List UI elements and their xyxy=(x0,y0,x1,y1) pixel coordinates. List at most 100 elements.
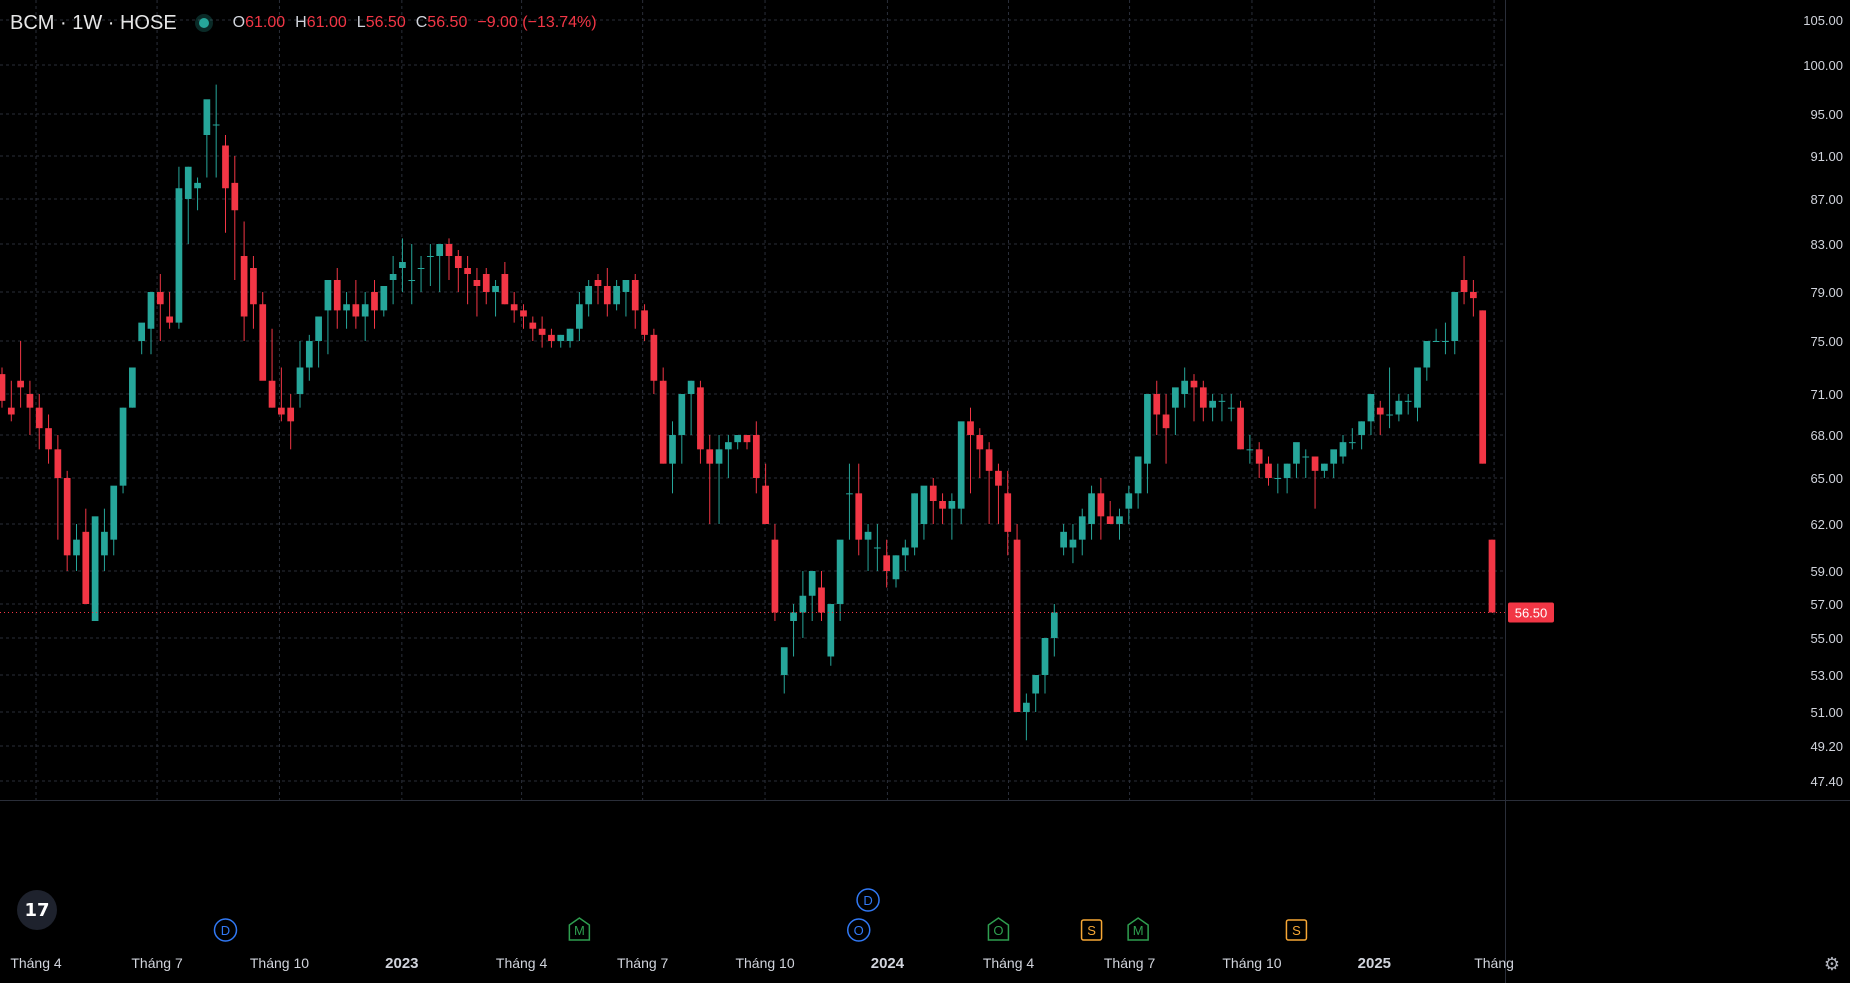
candle-body xyxy=(110,485,118,540)
y-tick-label: 100.00 xyxy=(1803,58,1843,73)
candle-body xyxy=(1004,493,1012,532)
candle-body xyxy=(482,274,490,292)
event-marker-label: O xyxy=(854,923,864,938)
y-tick-label: 55.00 xyxy=(1810,631,1843,646)
change-value: −9.00 (−13.74%) xyxy=(477,14,597,31)
candle-body xyxy=(417,268,425,269)
tradingview-logo-icon[interactable]: 17 xyxy=(17,890,57,930)
candle-body xyxy=(454,256,462,268)
candle-body xyxy=(836,539,844,604)
candle-body xyxy=(1088,493,1095,524)
candle-body xyxy=(54,449,62,478)
candle-body xyxy=(45,428,52,450)
candle-body xyxy=(1330,449,1338,464)
candle-body xyxy=(1041,638,1049,675)
candle-body xyxy=(1451,292,1459,341)
candle-body xyxy=(752,435,760,478)
candle-body xyxy=(1190,380,1198,388)
market-status-dot xyxy=(198,18,209,28)
candle-body xyxy=(63,478,71,556)
candle-body xyxy=(1106,516,1114,524)
candle-body xyxy=(231,182,239,211)
symbol-title[interactable]: BCM · 1W · HOSE xyxy=(10,12,177,35)
candle-body xyxy=(278,407,285,415)
y-tick-label: 75.00 xyxy=(1810,334,1843,349)
candle-body xyxy=(445,244,453,256)
candle-body xyxy=(73,539,80,556)
candle-body xyxy=(343,304,350,311)
candle-body xyxy=(399,262,406,268)
candle-body xyxy=(725,442,732,450)
x-tick-label: Tháng 10 xyxy=(250,955,309,971)
candle-body xyxy=(156,292,164,305)
candle-body xyxy=(585,286,593,305)
event-marker-label: S xyxy=(1292,923,1301,938)
candle-body xyxy=(1367,394,1375,422)
candle-body xyxy=(613,286,620,305)
event-marker-label: M xyxy=(1133,923,1144,938)
candle-body xyxy=(743,435,751,443)
gear-icon[interactable]: ⚙ xyxy=(1824,954,1840,975)
close-value: 56.50 xyxy=(427,14,468,31)
candle-body xyxy=(780,647,788,675)
candle-body xyxy=(1032,675,1040,694)
candle-body xyxy=(389,274,397,280)
x-tick-label: Tháng 7 xyxy=(131,955,183,971)
y-tick-label: 83.00 xyxy=(1810,237,1843,252)
candle-body xyxy=(520,310,527,317)
candle-body xyxy=(324,280,332,311)
candle-body xyxy=(939,501,946,509)
candle-body xyxy=(166,316,173,323)
candle-body xyxy=(361,304,369,317)
candle-body xyxy=(929,485,937,501)
candle-body xyxy=(1460,280,1468,292)
x-tick-label: Tháng 4 xyxy=(983,955,1035,971)
open-key: O xyxy=(232,14,246,31)
candle-body xyxy=(1209,400,1216,408)
candle-body xyxy=(1488,539,1496,613)
candle-body xyxy=(212,124,220,126)
event-marker-label: D xyxy=(221,923,230,938)
candle-body xyxy=(650,334,658,381)
candle-body xyxy=(1414,367,1421,408)
candlestick-chart[interactable]: 105.00 100.00 95.00 91.00 87.00 83.00 79.00 75.… xyxy=(0,0,1850,983)
candle-body xyxy=(194,182,201,189)
candle-body xyxy=(669,435,676,464)
candle-body xyxy=(436,244,444,256)
candle-body xyxy=(1339,442,1347,457)
low-value: 56.50 xyxy=(365,14,406,31)
candle-body xyxy=(427,256,434,257)
candle-body xyxy=(1376,407,1384,415)
candle-body xyxy=(305,341,313,368)
candle-body xyxy=(352,304,360,317)
candle-body xyxy=(548,334,555,341)
candle-body xyxy=(147,292,155,329)
candle-body xyxy=(734,435,742,443)
candle-body xyxy=(501,274,509,305)
candle-body xyxy=(492,286,499,292)
candle-body xyxy=(706,449,714,464)
candle-body xyxy=(771,539,779,613)
candle-body xyxy=(0,374,6,401)
candle-body xyxy=(529,322,537,329)
candle-body xyxy=(576,304,583,329)
candle-body xyxy=(1060,531,1067,548)
candle-body xyxy=(603,286,611,305)
y-tick-label: 65.00 xyxy=(1810,471,1843,486)
candle-body xyxy=(119,407,127,486)
last-price-label: 56.50 xyxy=(1515,606,1548,621)
candle-body xyxy=(1404,400,1412,402)
candle-body xyxy=(129,367,136,408)
candle-body xyxy=(26,394,34,408)
x-tick-label: Tháng 10 xyxy=(1222,955,1281,971)
y-tick-label: 62.00 xyxy=(1810,517,1843,532)
candle-body xyxy=(1479,310,1487,464)
candle-body xyxy=(901,547,909,556)
candle-body xyxy=(1199,387,1207,408)
candle-body xyxy=(138,322,146,341)
candle-body xyxy=(333,280,341,311)
candle-body xyxy=(1125,493,1133,509)
candle-body xyxy=(380,286,388,311)
candle-body xyxy=(1144,394,1151,464)
x-tick-label: Tháng xyxy=(1474,955,1514,971)
